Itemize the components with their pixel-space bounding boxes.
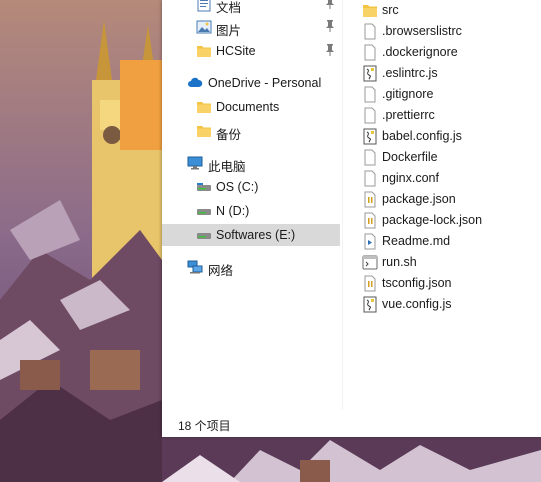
- file-name: run.sh: [382, 255, 417, 269]
- file-row-nginx-conf[interactable]: nginx.conf: [358, 168, 538, 189]
- file-row-dockerignore[interactable]: .dockerignore: [358, 42, 538, 63]
- nav-item-drive-d[interactable]: N (D:): [162, 200, 340, 222]
- js-file-icon: [362, 128, 378, 145]
- navigation-pane: 文档 图片 HCSite OneDrive - Personal Documen…: [162, 0, 340, 410]
- nav-item-label: Softwares (E:): [216, 228, 296, 242]
- nav-item-label: N (D:): [216, 204, 250, 218]
- computer-icon: [187, 155, 203, 171]
- json-file-icon: [362, 212, 378, 229]
- drive-icon: [196, 203, 212, 219]
- nav-item-network[interactable]: 网络: [162, 256, 340, 278]
- nav-item-label: OS (C:): [216, 180, 259, 194]
- file-name: vue.config.js: [382, 297, 452, 311]
- nav-item-this-pc[interactable]: 此电脑: [162, 152, 340, 174]
- file-row-prettierrc[interactable]: .prettierrc: [358, 105, 538, 126]
- js-file-icon: [362, 65, 378, 82]
- file-row-dockerfile[interactable]: Dockerfile: [358, 147, 538, 168]
- nav-item-hcsite[interactable]: HCSite: [162, 40, 340, 62]
- file-name: package.json: [382, 192, 456, 206]
- file-name: src: [382, 3, 399, 17]
- json-file-icon: [362, 191, 378, 208]
- file-name: .eslintrc.js: [382, 66, 438, 80]
- drive-icon: [196, 179, 212, 195]
- nav-item-label: HCSite: [216, 44, 256, 58]
- drive-icon: [196, 227, 212, 243]
- file-row-browserslistrc[interactable]: .browserslistrc: [358, 21, 538, 42]
- nav-item-drive-c[interactable]: OS (C:): [162, 176, 340, 198]
- file-name: .dockerignore: [382, 45, 458, 59]
- nav-item-onedrive-backup[interactable]: 备份: [162, 120, 340, 142]
- nav-item-onedrive-documents[interactable]: Documents: [162, 96, 340, 118]
- file-row-src[interactable]: src: [358, 0, 538, 21]
- file-icon: [362, 149, 378, 166]
- markdown-file-icon: [362, 233, 378, 250]
- file-row-tsconfig-json[interactable]: tsconfig.json: [358, 273, 538, 294]
- file-name: babel.config.js: [382, 129, 462, 143]
- file-row-package-json[interactable]: package.json: [358, 189, 538, 210]
- nav-item-label: 网络: [208, 264, 234, 278]
- status-bar: 18 个项目: [162, 410, 541, 437]
- file-icon: [362, 44, 378, 61]
- onedrive-cloud-icon: [187, 75, 203, 91]
- folder-icon: [196, 43, 212, 59]
- nav-item-label: 图片: [216, 24, 242, 38]
- file-row-gitignore[interactable]: .gitignore: [358, 84, 538, 105]
- file-name: Dockerfile: [382, 150, 438, 164]
- nav-item-pictures-cn[interactable]: 图片: [162, 16, 340, 38]
- file-row-readme[interactable]: Readme.md: [358, 231, 538, 252]
- nav-item-label: OneDrive - Personal: [208, 76, 322, 90]
- folder-icon: [196, 123, 212, 139]
- pane-divider[interactable]: [342, 0, 343, 410]
- folder-icon: [196, 99, 212, 115]
- file-explorer-window: 文档 图片 HCSite OneDrive - Personal Documen…: [162, 0, 541, 437]
- js-file-icon: [362, 296, 378, 313]
- nav-item-documents-cn[interactable]: 文档: [162, 0, 340, 15]
- nav-item-label: 此电脑: [208, 160, 246, 174]
- file-row-package-lock-json[interactable]: package-lock.json: [358, 210, 538, 231]
- pin-icon: [324, 43, 336, 57]
- file-name: .gitignore: [382, 87, 434, 101]
- file-icon: [362, 107, 378, 124]
- file-row-run-sh[interactable]: run.sh: [358, 252, 538, 273]
- nav-item-label: Documents: [216, 100, 280, 114]
- file-name: Readme.md: [382, 234, 451, 248]
- file-icon: [362, 86, 378, 103]
- nav-item-label: 备份: [216, 128, 242, 142]
- json-file-icon: [362, 275, 378, 292]
- nav-item-label: 文档: [216, 1, 242, 15]
- file-icon: [362, 23, 378, 40]
- pin-icon: [324, 0, 336, 10]
- file-row-babel-config[interactable]: babel.config.js: [358, 126, 538, 147]
- file-name: .browserslistrc: [382, 24, 462, 38]
- network-icon: [187, 259, 203, 275]
- folder-icon: [362, 2, 378, 19]
- file-name: package-lock.json: [382, 213, 483, 227]
- pictures-folder-icon: [196, 19, 212, 35]
- shell-script-icon: [362, 254, 378, 271]
- document-folder-icon: [196, 0, 212, 12]
- file-icon: [362, 170, 378, 187]
- pin-icon: [324, 19, 336, 33]
- nav-item-drive-e[interactable]: Softwares (E:): [162, 224, 340, 246]
- file-row-eslintrc[interactable]: .eslintrc.js: [358, 63, 538, 84]
- file-row-vue-config[interactable]: vue.config.js: [358, 294, 538, 315]
- file-name: tsconfig.json: [382, 276, 452, 290]
- nav-item-onedrive[interactable]: OneDrive - Personal: [162, 72, 340, 94]
- file-name: nginx.conf: [382, 171, 439, 185]
- item-count: 18 个项目: [178, 419, 231, 433]
- file-name: .prettierrc: [382, 108, 435, 122]
